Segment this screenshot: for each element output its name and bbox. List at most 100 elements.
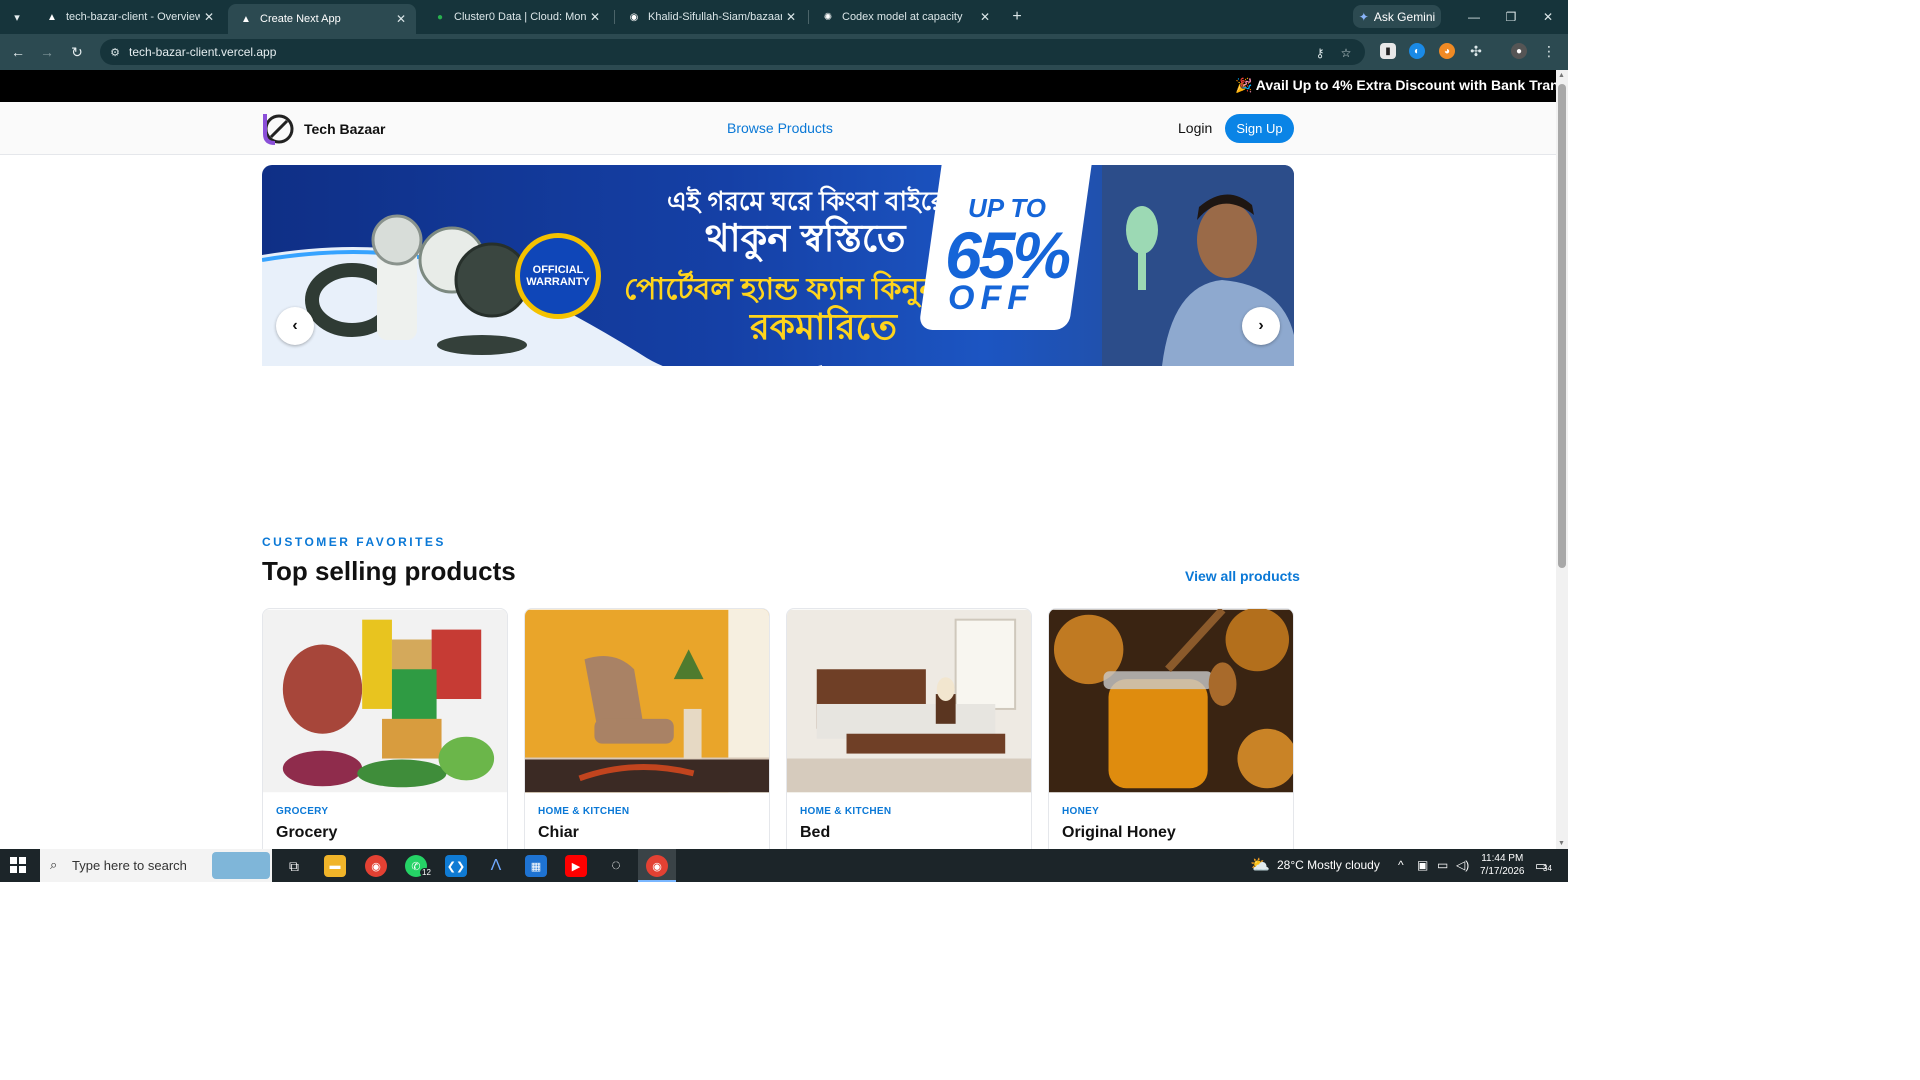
- product-name[interactable]: Bed: [800, 824, 830, 842]
- tech-bazaar-logo-icon: [263, 114, 294, 145]
- weather-text[interactable]: 28°C Mostly cloudy: [1277, 858, 1380, 872]
- close-tab-icon[interactable]: ✕: [200, 10, 218, 24]
- ask-gemini-button[interactable]: ✦ Ask Gemini: [1353, 5, 1441, 28]
- scroll-down-arrow-icon[interactable]: ▼: [1558, 840, 1565, 847]
- site-info-icon[interactable]: ⚙: [108, 45, 122, 59]
- close-tab-icon[interactable]: ✕: [976, 10, 994, 24]
- signup-button[interactable]: Sign Up: [1225, 114, 1294, 143]
- camera-icon[interactable]: ▣: [1417, 858, 1428, 872]
- section-eyebrow: CUSTOMER FAVORITES: [262, 535, 446, 549]
- product-card-grocery[interactable]: GROCERY Grocery: [262, 608, 508, 849]
- browser-tab-strip: ▾ ▲ tech-bazar-client - Overview – V ✕ ▲…: [0, 0, 1568, 34]
- product-card-honey[interactable]: HONEY Original Honey: [1048, 608, 1294, 849]
- brand-logo-link[interactable]: Tech Bazaar: [262, 112, 385, 145]
- chrome-icon[interactable]: ◉: [646, 855, 668, 877]
- chair-product-image: [525, 609, 769, 793]
- volume-icon[interactable]: ◁): [1456, 858, 1469, 872]
- gemini-sparkle-icon: ✦: [1358, 9, 1369, 24]
- notification-center-icon[interactable]: ▭ 34: [1535, 858, 1553, 874]
- close-tab-icon[interactable]: ✕: [586, 10, 604, 24]
- page-viewport: 🎉 Avail Up to 4% Extra Discount with Ban…: [0, 70, 1556, 849]
- page-scrollbar[interactable]: ▲ ▼: [1556, 70, 1568, 849]
- tab-vercel-overview[interactable]: ▲ tech-bazar-client - Overview – V ✕: [34, 4, 224, 30]
- search-highlight-image: [212, 852, 270, 879]
- tab-github[interactable]: ◉ Khalid-Sifullah-Siam/bazaar-clie ✕: [616, 4, 806, 30]
- announcement-bar: 🎉 Avail Up to 4% Extra Discount with Ban…: [0, 70, 1556, 102]
- tab-codex[interactable]: ✺ Codex model at capacity ✕: [810, 4, 1000, 30]
- taskbar-chrome-active[interactable]: ◉: [638, 849, 676, 882]
- windows-start-icon[interactable]: [10, 857, 26, 873]
- windows-taskbar: ⌕ Type here to search ⧉ ▬ ◉ ✆ 12 ❮❯ Λ ▦ …: [0, 849, 1568, 882]
- system-clock[interactable]: 11:44 PM 7/17/2026: [1480, 852, 1525, 878]
- carousel-next-icon[interactable]: ›: [1242, 307, 1280, 345]
- mongodb-leaf-icon: ●: [436, 11, 444, 23]
- product-category: HOME & KITCHEN: [538, 806, 630, 817]
- vscode-icon[interactable]: ❮❯: [445, 855, 467, 877]
- tab-separator: [614, 10, 615, 24]
- openai-icon: ✺: [823, 11, 833, 23]
- product-name[interactable]: Grocery: [276, 824, 337, 842]
- product-name[interactable]: Chiar: [538, 824, 579, 842]
- arc-app-icon[interactable]: Λ: [485, 855, 507, 877]
- brand-name: Tech Bazaar: [304, 120, 386, 137]
- close-window-icon[interactable]: ✕: [1536, 6, 1560, 28]
- youtube-icon[interactable]: ▶: [565, 855, 587, 877]
- product-category: HOME & KITCHEN: [800, 806, 892, 817]
- hero-headline-2: থাকুন স্বস্তিতে: [705, 218, 906, 260]
- weather-cloud-icon[interactable]: ⛅: [1250, 855, 1270, 875]
- extensions-puzzle-icon[interactable]: ✣: [1468, 43, 1484, 59]
- product-card-chair[interactable]: HOME & KITCHEN Chiar: [524, 608, 770, 849]
- product-category: HONEY: [1062, 806, 1100, 817]
- vercel-triangle-icon: ▲: [241, 13, 251, 25]
- task-view-icon[interactable]: ⧉: [283, 855, 305, 877]
- hero-headline-4: রকমারিতে: [750, 306, 897, 347]
- bed-product-image: [787, 609, 1031, 793]
- announcement-text: 🎉 Avail Up to 4% Extra Discount with Ban…: [1235, 77, 1556, 93]
- profile-avatar-icon[interactable]: ●: [1511, 43, 1527, 59]
- tab-search-dropdown-icon[interactable]: ▾: [6, 6, 28, 28]
- tray-chevron-icon[interactable]: ^: [1398, 858, 1404, 872]
- login-link[interactable]: Login: [1178, 120, 1212, 136]
- browser-menu-icon[interactable]: ⋮: [1541, 43, 1557, 59]
- product-category: GROCERY: [276, 806, 329, 817]
- scrollbar-thumb[interactable]: [1558, 84, 1566, 568]
- password-key-icon[interactable]: ⚷: [1312, 45, 1328, 61]
- address-bar[interactable]: ⚙ tech-bazar-client.vercel.app ⚷ ☆: [100, 39, 1365, 65]
- restore-window-icon[interactable]: ❐: [1499, 6, 1523, 28]
- tab-separator: [808, 10, 809, 24]
- extension-blue-icon[interactable]: ◐: [1409, 43, 1425, 59]
- whatsapp-badge: 12: [420, 868, 433, 877]
- reload-icon[interactable]: ↻: [67, 42, 87, 62]
- product-card-bed[interactable]: HOME & KITCHEN Bed: [786, 608, 1032, 849]
- view-all-products-link[interactable]: View all products: [1185, 568, 1300, 584]
- honey-product-image: [1049, 609, 1293, 793]
- extension-orange-icon[interactable]: ◕: [1439, 43, 1455, 59]
- bookmark-star-icon[interactable]: ☆: [1338, 45, 1354, 61]
- close-tab-icon[interactable]: ✕: [392, 12, 410, 26]
- section-title: Top selling products: [262, 556, 516, 586]
- tab-mongodb[interactable]: ● Cluster0 Data | Cloud: MongoDB ✕: [422, 4, 610, 30]
- microsoft-store-icon[interactable]: ▦: [525, 855, 547, 877]
- official-warranty-badge: OFFICIAL WARRANTY: [515, 233, 601, 319]
- search-icon: ⌕: [50, 857, 58, 872]
- back-arrow-icon[interactable]: ←: [8, 42, 28, 62]
- vercel-triangle-icon: ▲: [47, 11, 57, 23]
- tab-create-next-app[interactable]: ▲ Create Next App ✕: [228, 4, 416, 34]
- close-tab-icon[interactable]: ✕: [782, 10, 800, 24]
- hero-carousel: OFFICIAL WARRANTY এই গরমে ঘরে কিংবা বাইর…: [262, 165, 1294, 366]
- browse-products-link[interactable]: Browse Products: [727, 120, 833, 136]
- carousel-prev-icon[interactable]: ‹: [276, 307, 314, 345]
- offer-off: OFF: [948, 279, 1034, 317]
- obs-icon[interactable]: ◌: [605, 855, 627, 877]
- chrome-icon[interactable]: ◉: [365, 855, 387, 877]
- reading-list-icon[interactable]: ▮: [1380, 43, 1396, 59]
- minimize-window-icon[interactable]: —: [1462, 6, 1486, 28]
- scroll-up-arrow-icon[interactable]: ▲: [1558, 72, 1565, 79]
- taskbar-search-box[interactable]: ⌕ Type here to search: [40, 849, 272, 882]
- new-tab-icon[interactable]: +: [1006, 6, 1028, 28]
- product-name[interactable]: Original Honey: [1062, 824, 1176, 842]
- network-icon[interactable]: ▭: [1437, 858, 1448, 872]
- browser-toolbar: ← → ↻ ⚙ tech-bazar-client.vercel.app ⚷ ☆…: [0, 34, 1568, 70]
- forward-arrow-icon[interactable]: →: [37, 42, 57, 62]
- file-explorer-icon[interactable]: ▬: [324, 855, 346, 877]
